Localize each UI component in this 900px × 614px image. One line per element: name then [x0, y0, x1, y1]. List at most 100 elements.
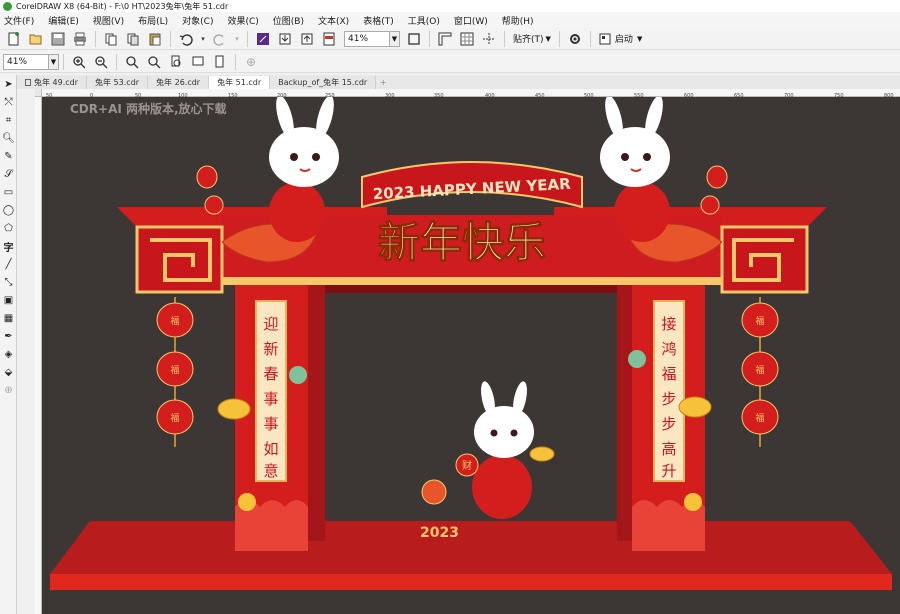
document-tab-active[interactable]: 兔年 51.cdr	[209, 76, 271, 89]
search-content-icon[interactable]	[255, 31, 271, 47]
transparency-tool-icon[interactable]: ▦	[0, 309, 17, 327]
full-screen-icon[interactable]	[406, 31, 422, 47]
horizontal-ruler[interactable]: 50 0 50 100 150 200 250 300 350 400 450 …	[42, 89, 900, 99]
parallel-dimension-tool-icon[interactable]: ╱	[0, 255, 17, 273]
menu-layout[interactable]: 布局(L)	[138, 14, 168, 27]
rectangle-tool-icon[interactable]: ▭	[0, 183, 17, 201]
show-rulers-icon[interactable]	[437, 31, 453, 47]
shape-tool-icon[interactable]: ⤲	[0, 93, 17, 111]
lantern-label: 福	[170, 315, 179, 327]
zoom-level-combo[interactable]: 41% ▼	[344, 30, 400, 47]
launch-menu[interactable]: 启动 ▼	[599, 32, 642, 45]
chevron-down-icon[interactable]: ▼	[48, 54, 58, 69]
stage-floor-front	[50, 574, 892, 590]
couplet-char: 意	[263, 462, 278, 480]
artistic-media-tool-icon[interactable]: 𝒮	[0, 165, 17, 183]
rabbit-eye	[490, 429, 498, 437]
rabbit-head	[600, 127, 670, 187]
add-tool-icon[interactable]: ⊕	[0, 381, 17, 399]
options-gear-icon[interactable]	[567, 31, 583, 47]
title-bar: CorelDRAW X8 (64-Bit) - F:\0 HT\2023兔年\兔…	[0, 0, 900, 12]
menu-tools[interactable]: 工具(O)	[408, 14, 440, 27]
drawing-canvas[interactable]: CDR+AI 两种版本,放心下载 2023 HAPPY NEW YEAR 新年快…	[42, 97, 900, 614]
fu-fan-icon	[421, 479, 447, 505]
interactive-fill-tool-icon[interactable]: ◈	[0, 345, 17, 363]
toolbar-divider	[95, 30, 96, 47]
print-icon[interactable]	[72, 31, 88, 47]
text-tool-icon[interactable]: 字	[0, 237, 17, 255]
property-bar: 41% ▼ ⊕	[0, 51, 900, 73]
import-icon[interactable]	[277, 31, 293, 47]
document-tab-label: 兔年 53.cdr	[95, 78, 140, 87]
menu-effects[interactable]: 效果(C)	[227, 14, 258, 27]
cloud-accent-icon	[238, 493, 256, 511]
crop-tool-icon[interactable]: ⌗	[0, 111, 17, 129]
menu-help[interactable]: 帮助(H)	[502, 14, 534, 27]
cut-icon[interactable]	[103, 31, 119, 47]
standard-toolbar: ▾ ▾ 41% ▼ 贴齐(T) ▼ 启动 ▼	[0, 28, 900, 50]
redo-icon[interactable]	[212, 31, 228, 47]
new-document-icon[interactable]	[6, 31, 22, 47]
menu-text[interactable]: 文本(X)	[318, 14, 349, 27]
smart-fill-tool-icon[interactable]: ⬙	[0, 363, 17, 381]
snap-to-menu[interactable]: 贴齐(T) ▼	[513, 32, 551, 46]
freehand-tool-icon[interactable]: ✎	[0, 147, 17, 165]
paste-icon[interactable]	[147, 31, 163, 47]
vertical-ruler[interactable]	[35, 97, 42, 614]
pick-tool-icon[interactable]: ➤	[0, 75, 17, 93]
show-guidelines-icon[interactable]	[481, 31, 497, 47]
chevron-down-icon: ▼	[545, 34, 551, 43]
zoom-out-icon[interactable]	[93, 54, 109, 70]
toolbar-divider	[247, 30, 248, 47]
export-icon[interactable]	[299, 31, 315, 47]
document-tab[interactable]: 兔年 53.cdr	[87, 76, 149, 89]
redo-dropdown-icon[interactable]: ▾	[234, 31, 240, 47]
zoom-to-page-height-icon[interactable]	[212, 54, 228, 70]
zoom-to-page-width-icon[interactable]	[190, 54, 206, 70]
drop-shadow-tool-icon[interactable]: ▣	[0, 291, 17, 309]
document-tab[interactable]: 兔年 26.cdr	[148, 76, 210, 89]
right-couplet-text: 接 鸿 福 步 步 高 升	[661, 315, 676, 480]
property-zoom-combo[interactable]: 41% ▼	[3, 53, 59, 70]
menu-view[interactable]: 视图(V)	[93, 14, 124, 27]
chevron-down-icon: ▼	[636, 34, 643, 43]
show-grid-icon[interactable]	[459, 31, 475, 47]
menu-edit[interactable]: 编辑(E)	[48, 14, 79, 27]
polygon-tool-icon[interactable]: ⬠	[0, 219, 17, 237]
menu-window[interactable]: 窗口(W)	[454, 14, 488, 27]
document-tab[interactable]: 兔年 49.cdr	[17, 76, 88, 89]
couplet-char: 事	[263, 390, 278, 408]
ruler-origin[interactable]	[35, 89, 42, 97]
zoom-to-page-icon[interactable]	[168, 54, 184, 70]
save-icon[interactable]	[50, 31, 66, 47]
lantern-label: 福	[170, 412, 179, 424]
menu-bitmaps[interactable]: 位图(B)	[273, 14, 304, 27]
rabbit-eye	[621, 153, 629, 161]
couplet-char: 春	[263, 365, 278, 383]
lantern-label: 福	[170, 364, 179, 376]
new-tab-plus-icon[interactable]: +	[376, 76, 390, 89]
copy-icon[interactable]	[125, 31, 141, 47]
add-icon[interactable]: ⊕	[243, 54, 259, 70]
zoom-to-all-objects-icon[interactable]	[146, 54, 162, 70]
rabbit-eye	[510, 429, 518, 437]
connector-tool-icon[interactable]: ⤡	[0, 273, 17, 291]
color-eyedropper-tool-icon[interactable]: ✒	[0, 327, 17, 345]
publish-pdf-icon[interactable]	[321, 31, 337, 47]
zoom-to-selected-icon[interactable]	[124, 54, 140, 70]
ellipse-tool-icon[interactable]: ◯	[0, 201, 17, 219]
open-folder-icon[interactable]	[28, 31, 44, 47]
chevron-down-icon[interactable]: ▼	[389, 31, 399, 46]
small-lantern-icon	[706, 165, 728, 189]
menu-object[interactable]: 对象(C)	[182, 14, 213, 27]
menu-file[interactable]: 文件(F)	[4, 14, 34, 27]
left-pillar-side	[308, 275, 325, 541]
undo-icon[interactable]	[178, 31, 194, 47]
rabbit-head	[474, 406, 534, 458]
undo-dropdown-icon[interactable]: ▾	[200, 31, 206, 47]
menu-table[interactable]: 表格(T)	[363, 14, 394, 27]
zoom-in-icon[interactable]	[71, 54, 87, 70]
rabbit-body	[269, 182, 325, 242]
zoom-tool-icon[interactable]: 🔍︎	[0, 129, 17, 147]
document-tab[interactable]: Backup_of_兔年 15.cdr	[270, 76, 377, 89]
